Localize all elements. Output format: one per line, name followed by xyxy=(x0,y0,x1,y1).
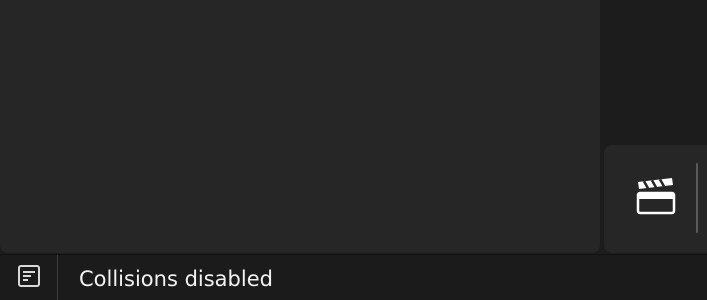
dock-divider xyxy=(696,163,698,233)
tool-dock xyxy=(604,145,707,253)
sequencer-button[interactable] xyxy=(628,171,684,227)
editor-window: Collisions disabled xyxy=(0,0,707,300)
status-separator xyxy=(57,255,58,300)
viewport-panel[interactable] xyxy=(0,0,600,253)
status-bar: Collisions disabled xyxy=(0,254,707,300)
clapperboard-icon xyxy=(634,176,678,222)
output-log-button[interactable] xyxy=(0,255,57,300)
status-message: Collisions disabled xyxy=(79,267,273,291)
log-icon xyxy=(17,264,41,292)
panel-gap xyxy=(600,0,707,145)
